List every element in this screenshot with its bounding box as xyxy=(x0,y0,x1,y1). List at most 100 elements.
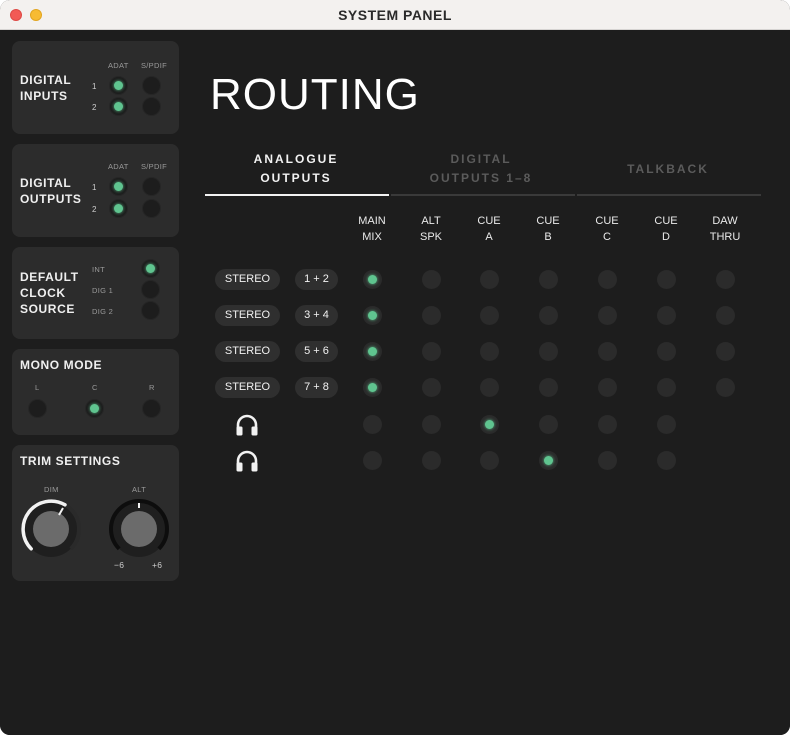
clock-dig1-radio[interactable] xyxy=(141,280,160,299)
tab-analogue-outputs[interactable]: ANALOGUE OUTPUTS xyxy=(206,150,386,188)
alt-max-label: +6 xyxy=(152,560,163,570)
clock-option-dig1-label: DIG 1 xyxy=(92,286,114,295)
digital-outputs-panel: DIGITAL OUTPUTS ADAT S/PDIF 1 2 xyxy=(12,144,179,237)
tab-talkback[interactable]: TALKBACK xyxy=(577,160,759,179)
routing-toggle[interactable] xyxy=(657,378,676,397)
channel-pair-label: 1 + 2 xyxy=(295,269,338,290)
routing-toggle[interactable] xyxy=(657,451,676,470)
routing-toggle[interactable] xyxy=(480,270,499,289)
routing-toggle[interactable] xyxy=(539,270,558,289)
clock-dig2-radio[interactable] xyxy=(141,301,160,320)
stereo-mode-button[interactable]: STEREO xyxy=(215,305,280,326)
window-title: SYSTEM PANEL xyxy=(338,7,452,23)
routing-toggle[interactable] xyxy=(598,415,617,434)
output-spdif-2-toggle[interactable] xyxy=(142,199,161,218)
routing-toggle[interactable] xyxy=(539,306,558,325)
digital-outputs-title: DIGITAL OUTPUTS xyxy=(20,176,82,206)
routing-toggle[interactable] xyxy=(657,306,676,325)
routing-toggle[interactable] xyxy=(539,378,558,397)
trim-settings-title: TRIM SETTINGS xyxy=(20,454,121,468)
dim-knob[interactable] xyxy=(21,499,81,559)
channel-pair-label: 5 + 6 xyxy=(295,341,338,362)
mono-r-label: R xyxy=(149,383,155,392)
routing-toggle[interactable] xyxy=(363,451,382,470)
clock-int-radio[interactable] xyxy=(141,259,160,278)
routing-toggle[interactable] xyxy=(363,270,382,289)
digital-inputs-title: DIGITAL INPUTS xyxy=(20,73,72,103)
tab-underline xyxy=(577,194,761,196)
stereo-mode-button[interactable]: STEREO xyxy=(215,341,280,362)
routing-toggle[interactable] xyxy=(716,342,735,361)
column-header: MAIN MIX xyxy=(358,215,386,243)
routing-toggle[interactable] xyxy=(480,378,499,397)
alt-knob-label: ALT xyxy=(132,485,147,494)
routing-toggle[interactable] xyxy=(716,306,735,325)
output-spdif-1-toggle[interactable] xyxy=(142,177,161,196)
row-label-1: 1 xyxy=(92,183,97,192)
stereo-mode-button[interactable]: STEREO xyxy=(215,269,280,290)
clock-option-dig2-label: DIG 2 xyxy=(92,307,114,316)
headphones-icon xyxy=(236,450,258,472)
routing-toggle[interactable] xyxy=(598,378,617,397)
routing-toggle[interactable] xyxy=(480,342,499,361)
routing-toggle[interactable] xyxy=(539,342,558,361)
routing-toggle[interactable] xyxy=(422,415,441,434)
mono-r-radio[interactable] xyxy=(142,399,161,418)
tab-digital-outputs[interactable]: DIGITAL OUTPUTS 1–8 xyxy=(391,150,571,188)
mono-c-radio[interactable] xyxy=(85,399,104,418)
channel-pair-label: 3 + 4 xyxy=(295,305,338,326)
routing-toggle[interactable] xyxy=(363,342,382,361)
mono-l-radio[interactable] xyxy=(28,399,47,418)
spdif-column-label: S/PDIF xyxy=(141,61,167,70)
output-adat-2-toggle[interactable] xyxy=(109,199,128,218)
routing-toggle[interactable] xyxy=(363,415,382,434)
routing-toggle[interactable] xyxy=(363,306,382,325)
tab-active-underline xyxy=(205,194,389,196)
row-label-2: 2 xyxy=(92,103,97,112)
channel-pair-label: 7 + 8 xyxy=(295,377,338,398)
input-spdif-2-toggle[interactable] xyxy=(142,97,161,116)
routing-toggle[interactable] xyxy=(598,306,617,325)
column-header: CUE C xyxy=(595,215,619,243)
title-bar: SYSTEM PANEL xyxy=(0,0,790,30)
routing-toggle[interactable] xyxy=(422,451,441,470)
routing-toggle[interactable] xyxy=(422,270,441,289)
input-spdif-1-toggle[interactable] xyxy=(142,76,161,95)
routing-toggle[interactable] xyxy=(363,378,382,397)
routing-toggle[interactable] xyxy=(657,342,676,361)
routing-toggle[interactable] xyxy=(422,378,441,397)
column-header: ALT SPK xyxy=(419,215,442,243)
tab-underline xyxy=(391,194,575,196)
routing-toggle[interactable] xyxy=(480,306,499,325)
routing-toggle[interactable] xyxy=(539,451,558,470)
routing-toggle[interactable] xyxy=(657,415,676,434)
input-adat-1-toggle[interactable] xyxy=(109,76,128,95)
routing-toggle[interactable] xyxy=(716,378,735,397)
routing-toggle[interactable] xyxy=(480,415,499,434)
mono-mode-title: MONO MODE xyxy=(20,358,103,372)
routing-toggle[interactable] xyxy=(539,415,558,434)
headphones-icon xyxy=(236,414,258,436)
routing-toggle[interactable] xyxy=(598,270,617,289)
adat-column-label: ADAT xyxy=(108,61,129,70)
routing-toggle[interactable] xyxy=(716,270,735,289)
clock-option-int-label: INT xyxy=(92,265,105,274)
digital-inputs-panel: DIGITAL INPUTS ADAT S/PDIF 1 2 xyxy=(12,41,179,134)
clock-source-panel: DEFAULT CLOCK SOURCE INT DIG 1 DIG 2 xyxy=(12,247,179,339)
stereo-mode-button[interactable]: STEREO xyxy=(215,377,280,398)
alt-knob[interactable] xyxy=(109,499,169,559)
input-adat-2-toggle[interactable] xyxy=(109,97,128,116)
alt-min-label: −6 xyxy=(114,560,125,570)
output-adat-1-toggle[interactable] xyxy=(109,177,128,196)
routing-toggle[interactable] xyxy=(480,451,499,470)
routing-toggle[interactable] xyxy=(422,342,441,361)
routing-toggle[interactable] xyxy=(422,306,441,325)
column-header: DAW THRU xyxy=(709,215,741,243)
row-label-2: 2 xyxy=(92,205,97,214)
mono-mode-panel: MONO MODE L C R xyxy=(12,349,179,435)
routing-toggle[interactable] xyxy=(657,270,676,289)
routing-toggle[interactable] xyxy=(598,451,617,470)
routing-toggle[interactable] xyxy=(598,342,617,361)
adat-column-label: ADAT xyxy=(108,162,129,171)
clock-source-title: DEFAULT CLOCK SOURCE xyxy=(20,270,79,316)
